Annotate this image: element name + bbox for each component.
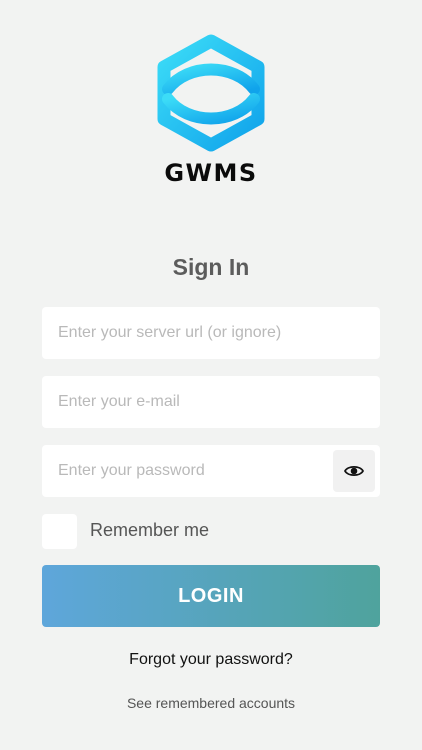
eye-icon (344, 465, 364, 477)
email-input[interactable] (42, 376, 380, 428)
gwms-hexagon-logo-icon (157, 34, 265, 152)
email-field[interactable] (42, 376, 380, 428)
brand-name: GWMS (164, 159, 258, 187)
remember-me-checkbox[interactable] (42, 514, 77, 549)
server-url-input[interactable] (42, 307, 380, 359)
password-input[interactable] (42, 445, 330, 497)
toggle-password-visibility-button[interactable] (333, 450, 375, 492)
remembered-accounts-link[interactable]: See remembered accounts (0, 695, 422, 711)
login-button[interactable]: LOGIN (42, 565, 380, 627)
page-title: Sign In (172, 254, 250, 280)
server-url-field[interactable] (42, 307, 380, 359)
gwms-logo: GWMS (154, 33, 268, 187)
password-field[interactable] (42, 445, 380, 497)
forgot-password-link[interactable]: Forgot your password? (0, 651, 422, 669)
remember-me-label[interactable]: Remember me (90, 520, 209, 541)
